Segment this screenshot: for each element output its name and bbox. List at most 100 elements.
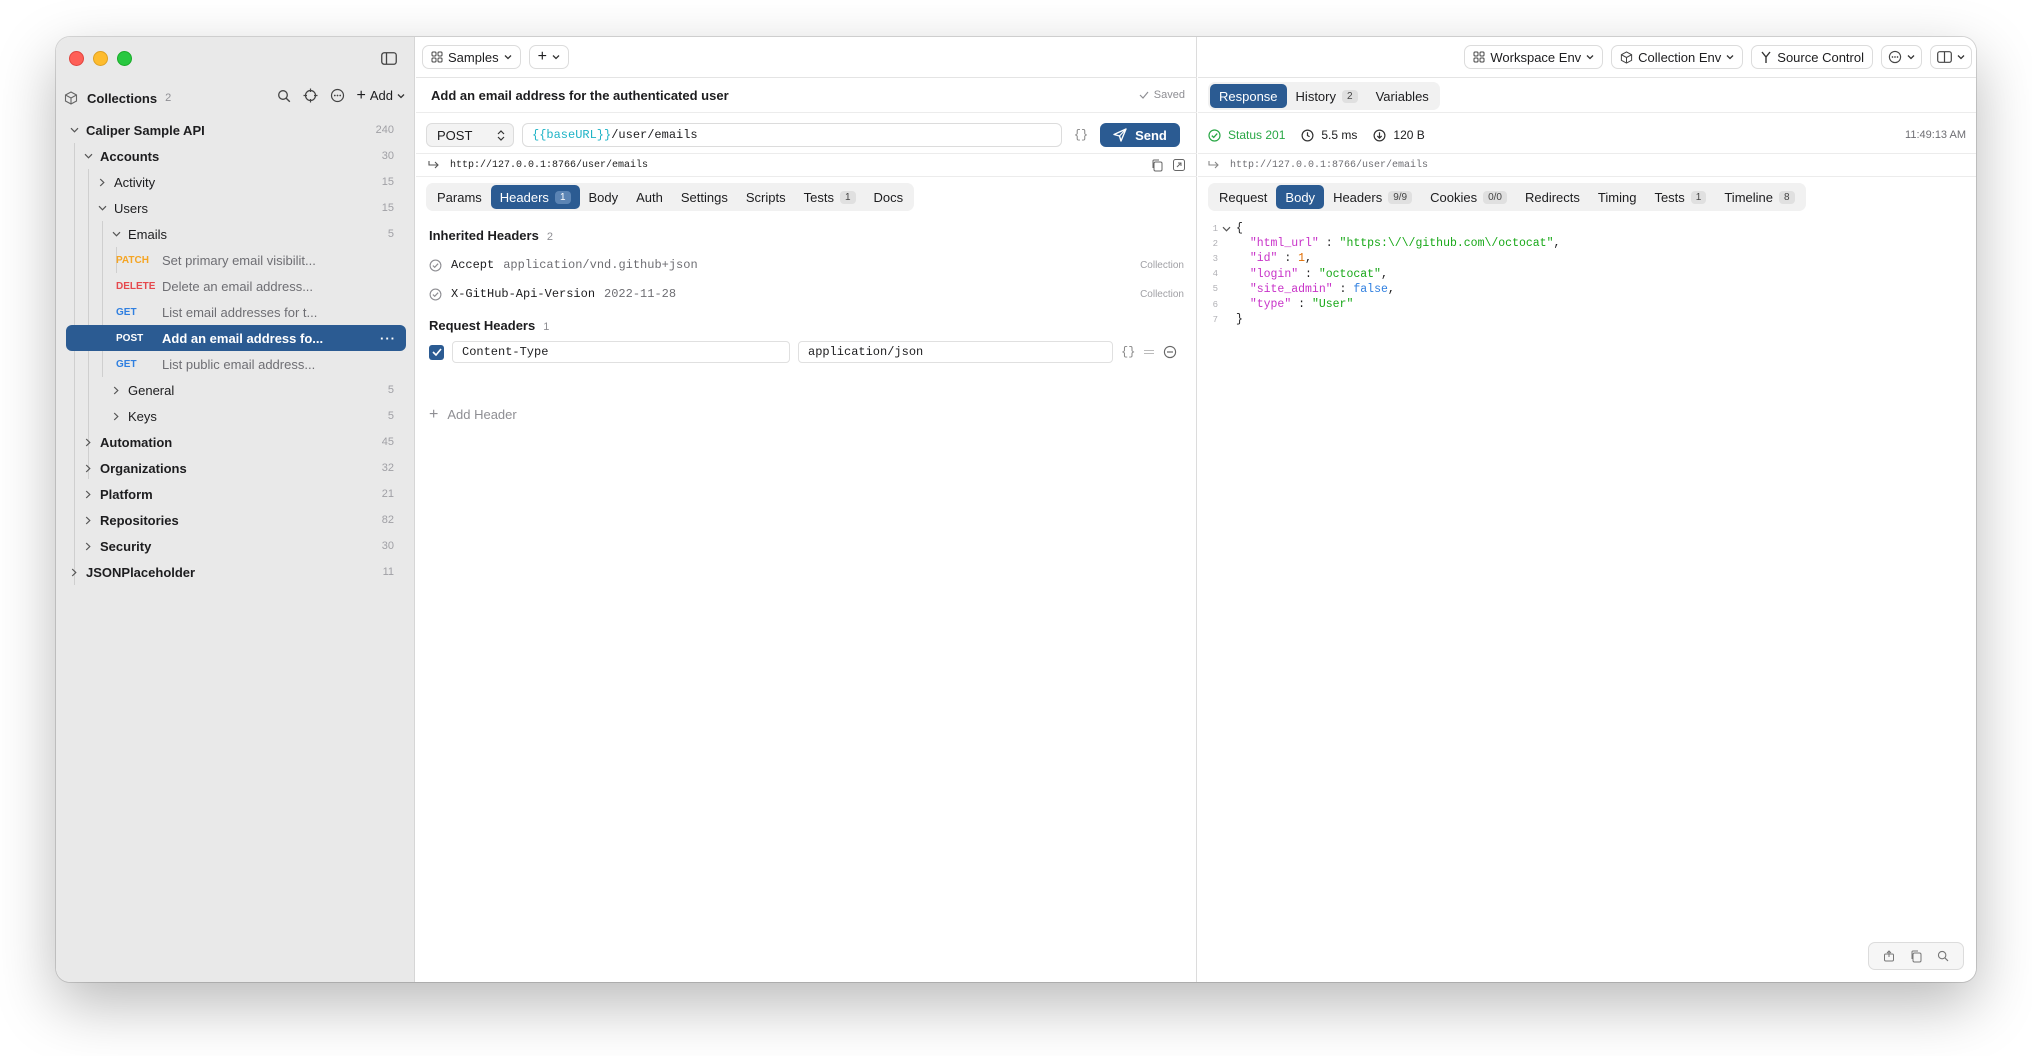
header-braces-button[interactable]: {}: [1121, 345, 1135, 359]
folder-item[interactable]: Automation 45: [66, 429, 406, 455]
tab-tests[interactable]: Tests 1: [795, 185, 865, 209]
folder-item[interactable]: JSONPlaceholder 11: [66, 559, 406, 585]
request-title[interactable]: Add an email address for the authenticat…: [431, 88, 729, 103]
tab-headers[interactable]: Headers 9/9: [1324, 185, 1421, 209]
search-icon[interactable]: [1937, 950, 1949, 962]
request-item[interactable]: GET List public email address...: [66, 351, 406, 377]
tab-variables[interactable]: Variables: [1367, 84, 1438, 108]
chevron-down-icon: [1586, 55, 1594, 60]
sidebar-toggle-button[interactable]: [376, 47, 402, 69]
disclosure-chevron[interactable]: [96, 205, 108, 211]
variables-braces-button[interactable]: {}: [1070, 128, 1092, 142]
tab-tests[interactable]: Tests 1: [1645, 185, 1715, 209]
close-window-button[interactable]: [69, 51, 84, 66]
folder-item[interactable]: Keys 5: [66, 403, 406, 429]
drag-handle-icon[interactable]: [1143, 348, 1155, 356]
tree-item-label: JSONPlaceholder: [86, 564, 196, 580]
request-item[interactable]: GET List email addresses for t...: [66, 299, 406, 325]
disclosure-chevron[interactable]: [96, 178, 108, 187]
more-options-button[interactable]: [1881, 45, 1922, 69]
request-item[interactable]: POST Add an email address fo... ···: [66, 325, 406, 351]
clock-icon: [1301, 128, 1314, 142]
crosshair-icon[interactable]: [303, 88, 318, 103]
tab-redirects[interactable]: Redirects: [1516, 185, 1589, 209]
folder-item[interactable]: Security 30: [66, 533, 406, 559]
response-url-bar: http://127.0.0.1:8766/user/emails: [1198, 153, 1976, 177]
request-item[interactable]: DELETE Delete an email address...: [66, 273, 406, 299]
minimize-window-button[interactable]: [93, 51, 108, 66]
tab-settings[interactable]: Settings: [672, 185, 737, 209]
samples-workspace-button[interactable]: Samples: [422, 45, 521, 69]
maximize-window-button[interactable]: [117, 51, 132, 66]
header-value-input[interactable]: application/json: [798, 341, 1113, 363]
folder-item[interactable]: Accounts 30: [66, 143, 406, 169]
tab-response[interactable]: Response: [1210, 84, 1287, 108]
disclosure-chevron[interactable]: [110, 231, 122, 237]
header-enabled-checkbox[interactable]: [429, 344, 444, 360]
folder-item[interactable]: Platform 21: [66, 481, 406, 507]
tab-cookies[interactable]: Cookies 0/0: [1421, 185, 1516, 209]
expand-icon[interactable]: [1173, 158, 1185, 171]
share-icon[interactable]: [1883, 950, 1895, 962]
tab-body[interactable]: Body: [1276, 185, 1325, 209]
search-icon[interactable]: [277, 89, 291, 103]
disclosure-chevron[interactable]: [68, 568, 80, 577]
header-key-input[interactable]: Content-Type: [452, 341, 790, 363]
tab-body[interactable]: Body: [580, 185, 628, 209]
response-body[interactable]: 1{2 "html_url" : "https:\/\/github.com\/…: [1204, 221, 1561, 327]
tab-history[interactable]: History 2: [1287, 84, 1367, 108]
folder-item[interactable]: General 5: [66, 377, 406, 403]
method-select[interactable]: POST: [426, 123, 514, 147]
tab-badge: 1: [554, 190, 571, 204]
source-control-button[interactable]: Source Control: [1751, 45, 1873, 69]
disclosure-chevron[interactable]: [82, 516, 94, 525]
chevron-right-icon: [85, 516, 91, 524]
code-text: "id" : 1,: [1249, 252, 1312, 266]
tab-timeline[interactable]: Timeline 8: [1715, 185, 1803, 209]
chevron-down-icon: [552, 55, 560, 60]
tab-params[interactable]: Params: [428, 185, 491, 209]
url-input[interactable]: {{baseURL}}/user/emails: [522, 123, 1062, 147]
tab-scripts[interactable]: Scripts: [737, 185, 795, 209]
tab-headers[interactable]: Headers 1: [490, 185, 580, 209]
copy-icon[interactable]: [1151, 159, 1163, 172]
layout-button[interactable]: [1930, 45, 1972, 69]
tab-label: Timeline: [1724, 189, 1773, 205]
add-header-button[interactable]: + Add Header: [429, 406, 517, 422]
disclosure-chevron[interactable]: [82, 490, 94, 499]
more-circle-icon[interactable]: [330, 88, 345, 103]
more-icon[interactable]: ···: [380, 331, 396, 346]
tab-auth[interactable]: Auth: [627, 185, 672, 209]
tree-item-count: 45: [381, 436, 394, 448]
collection-env-button[interactable]: Collection Env: [1611, 45, 1744, 69]
method-value: POST: [437, 127, 473, 143]
folder-item[interactable]: Activity 15: [66, 169, 406, 195]
request-item[interactable]: PATCH Set primary email visibilit...: [66, 247, 406, 273]
line-number: 5: [1212, 284, 1218, 295]
tab-timing[interactable]: Timing: [1589, 185, 1646, 209]
disclosure-chevron[interactable]: [110, 412, 122, 421]
remove-circle-icon[interactable]: [1163, 345, 1177, 359]
tree-item-count: 240: [375, 124, 394, 136]
send-button[interactable]: Send: [1100, 123, 1180, 147]
plus-icon: +: [537, 48, 547, 65]
disclosure-chevron[interactable]: [82, 153, 94, 159]
new-tab-button[interactable]: +: [528, 45, 569, 69]
folder-item[interactable]: Organizations 32: [66, 455, 406, 481]
disclosure-chevron[interactable]: [82, 542, 94, 551]
folder-item[interactable]: Repositories 82: [66, 507, 406, 533]
folder-item[interactable]: Emails 5: [66, 221, 406, 247]
copy-icon[interactable]: [1910, 950, 1922, 963]
add-button[interactable]: + Add: [357, 87, 405, 103]
disclosure-chevron[interactable]: [82, 438, 94, 447]
disclosure-chevron[interactable]: [110, 386, 122, 395]
tab-request[interactable]: Request: [1210, 185, 1276, 209]
tab-label: Request: [1219, 189, 1268, 205]
folder-item[interactable]: Caliper Sample API 240: [66, 117, 406, 143]
fold-chevron-icon[interactable]: [1222, 226, 1236, 232]
folder-item[interactable]: Users 15: [66, 195, 406, 221]
tab-docs[interactable]: Docs: [865, 185, 913, 209]
disclosure-chevron[interactable]: [68, 127, 80, 133]
disclosure-chevron[interactable]: [82, 464, 94, 473]
workspace-env-button[interactable]: Workspace Env: [1464, 45, 1604, 69]
